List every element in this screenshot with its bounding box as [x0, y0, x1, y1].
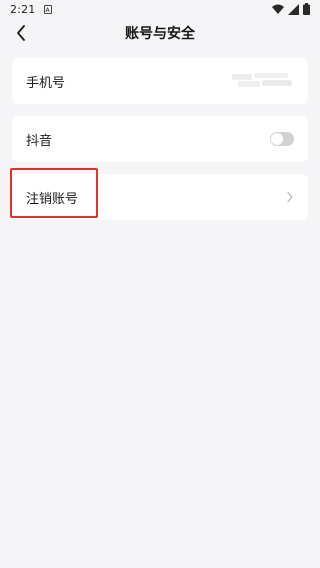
nav-bar: 账号与安全	[0, 18, 320, 48]
cancel-account-row[interactable]: 注销账号	[12, 174, 308, 220]
toggle-knob	[271, 133, 283, 145]
phone-number-label: 手机号	[26, 75, 66, 91]
battery-icon	[303, 3, 310, 15]
screen: 2:21 A 账号与安全 手机号 抖音 注销账号	[0, 0, 320, 568]
status-icons	[272, 3, 310, 15]
wifi-icon	[272, 4, 284, 14]
douyin-row: 抖音	[12, 116, 308, 162]
chevron-left-icon	[17, 25, 25, 41]
masked-phone-number	[232, 73, 296, 89]
notification-icon: A	[43, 4, 52, 14]
back-button[interactable]	[10, 22, 32, 44]
status-bar: 2:21 A	[0, 0, 320, 18]
douyin-label: 抖音	[26, 133, 53, 149]
chevron-right-icon	[287, 191, 293, 203]
status-time: 2:21	[10, 2, 36, 16]
douyin-toggle[interactable]	[270, 132, 294, 146]
signal-icon	[288, 3, 299, 15]
cancel-account-label: 注销账号	[26, 191, 79, 207]
phone-number-row[interactable]: 手机号	[12, 58, 308, 104]
page-title: 账号与安全	[125, 26, 195, 42]
